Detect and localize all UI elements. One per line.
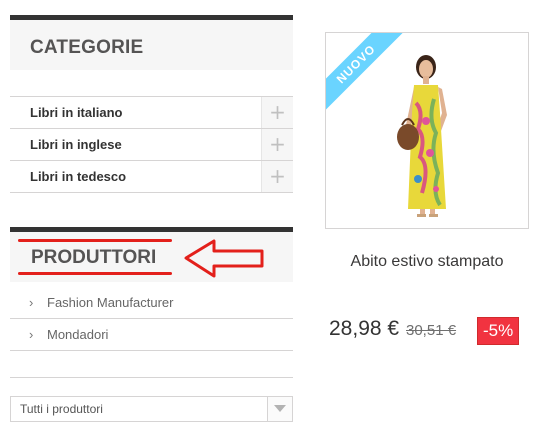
manufacturer-link[interactable]: Mondadori [47,327,108,342]
category-item[interactable]: Libri in italiano + [10,97,293,129]
product-image[interactable]: NUOVO [325,32,529,229]
annotation-underline-top [18,239,172,242]
product-price: 28,98 € [329,317,400,340]
manufacturer-item[interactable]: › Mondadori [10,319,293,351]
categories-title: CATEGORIE [10,15,293,70]
expand-plus-icon[interactable]: + [261,97,293,128]
manufacturer-link[interactable]: Fashion Manufacturer [47,295,173,310]
chevron-right-icon: › [29,295,34,310]
product-name[interactable]: Abito estivo stampato [325,253,529,271]
manufacturers-block: PRODUTTORI [10,227,293,282]
annotation-underline-bottom [18,272,172,275]
manufacturers-title: PRODUTTORI [31,247,157,268]
category-item[interactable]: Libri in tedesco + [10,161,293,193]
annotation-arrow-icon [184,239,264,278]
category-item[interactable]: Libri in inglese + [10,129,293,161]
manufacturer-list: › Fashion Manufacturer › Mondadori [10,287,293,378]
category-link[interactable]: Libri in italiano [30,105,122,120]
old-price: 30,51 € [406,322,457,339]
chevron-down-icon [274,405,286,412]
chevron-right-icon: › [29,327,34,342]
select-value: Tutti i produttori [20,402,103,416]
category-link[interactable]: Libri in tedesco [30,169,126,184]
expand-plus-icon[interactable]: + [261,161,293,192]
dropdown-button[interactable] [267,397,292,421]
category-link[interactable]: Libri in inglese [30,137,122,152]
list-divider [10,351,293,378]
category-list: Libri in italiano + Libri in inglese + L… [10,96,293,193]
discount-badge: -5% [477,317,520,345]
product-card[interactable]: NUOVO Abito estivo stampato 28,98 € 30,5… [325,32,529,345]
manufacturer-select[interactable]: Tutti i produttori [10,396,293,422]
left-column: CATEGORIE Libri in italiano + Libri in i… [10,15,293,422]
dress-model-image [397,55,447,217]
price-row: 28,98 € 30,51 € -5% [329,317,539,345]
manufacturer-item[interactable]: › Fashion Manufacturer [10,287,293,319]
expand-plus-icon[interactable]: + [261,129,293,160]
manufacturers-title-bar: PRODUTTORI [10,227,293,282]
